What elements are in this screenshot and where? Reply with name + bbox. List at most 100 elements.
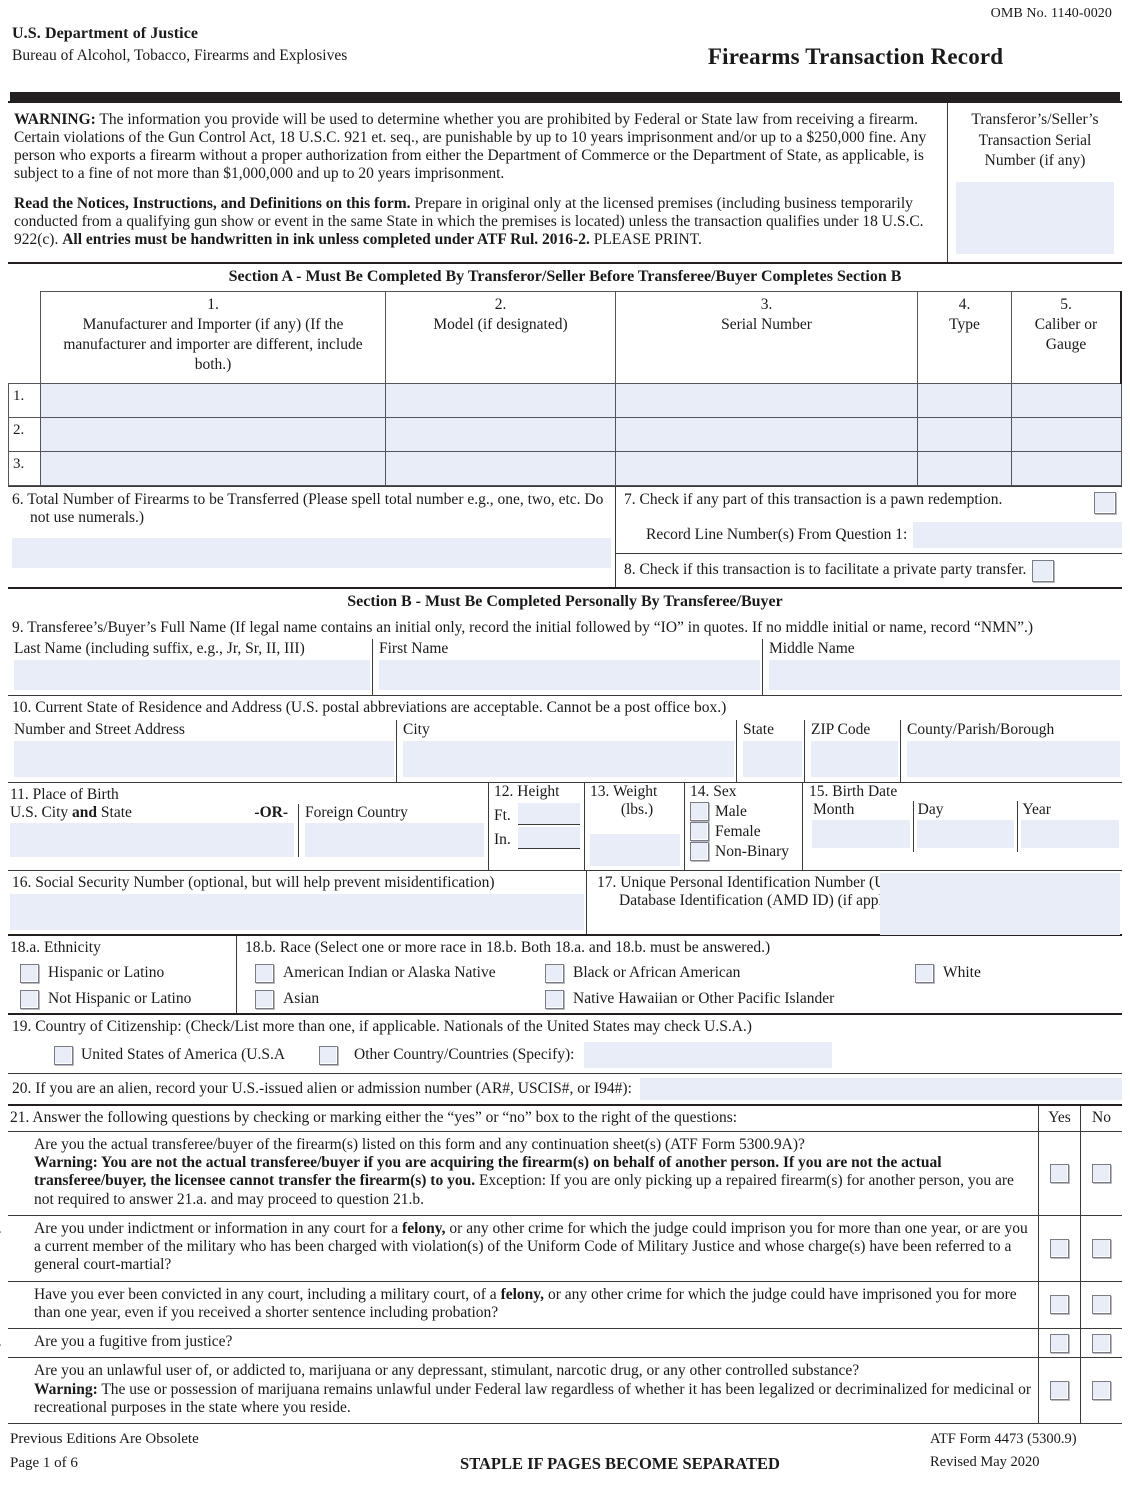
question-21b-no-checkbox[interactable] — [1092, 1238, 1111, 1258]
row-2-serial-input[interactable] — [615, 416, 918, 452]
question-19-label: 19. Country of Citizenship: (Check/List … — [12, 1018, 752, 1036]
race-native-hawaiian-checkbox[interactable] — [545, 990, 564, 1010]
question-21e-no-checkbox[interactable] — [1092, 1381, 1111, 1401]
question-21d-no-checkbox[interactable] — [1092, 1333, 1111, 1353]
race-option-american-indian[interactable]: American Indian or Alaska Native — [245, 964, 535, 984]
street-address-input[interactable] — [14, 740, 394, 777]
race-native-hawaiian-label: Native Hawaiian or Other Pacific Islande… — [573, 990, 835, 1008]
middle-name-input[interactable] — [769, 660, 1120, 691]
alien-number-input[interactable] — [639, 1078, 1122, 1101]
question-7-record-line-label: Record Line Number(s) From Question 1: — [646, 525, 908, 543]
question-11-fields: U.S. City and State -OR- Foreign Country — [8, 804, 488, 857]
ethnicity-option-not-hispanic[interactable]: Not Hispanic or Latino — [10, 990, 236, 1010]
sex-option-male[interactable]: Male — [690, 802, 802, 822]
birth-month-input[interactable] — [812, 819, 910, 848]
race-option-white[interactable]: White — [905, 964, 1122, 984]
sex-option-non-binary[interactable]: Non-Binary — [690, 842, 802, 862]
state-label: State — [743, 720, 774, 738]
row-3-type-input[interactable] — [917, 450, 1012, 486]
warning-label: WARNING: — [14, 110, 96, 128]
question-21e-letter: e. — [0, 1362, 34, 1380]
row-2-model-input[interactable] — [385, 416, 616, 452]
us-city-state-input[interactable] — [10, 822, 294, 857]
ethnicity-option-hispanic[interactable]: Hispanic or Latino — [10, 964, 236, 984]
race-option-native-hawaiian[interactable]: Native Hawaiian or Other Pacific Islande… — [535, 990, 905, 1010]
question-21a-no-checkbox[interactable] — [1092, 1163, 1111, 1183]
citizenship-usa-label: United States of America (U.S.A — [81, 1046, 286, 1064]
height-inches-input[interactable] — [518, 827, 580, 850]
col-3-title: Serial Number — [721, 315, 812, 333]
row-1-model-input[interactable] — [385, 382, 616, 418]
zip-input[interactable] — [811, 740, 898, 777]
question-21c-yes-checkbox[interactable] — [1050, 1295, 1069, 1315]
question-8-private-transfer-checkbox[interactable] — [1032, 559, 1055, 582]
last-name-input[interactable] — [14, 660, 370, 691]
footer-left: Previous Editions Are Obsolete Page 1 of… — [10, 1428, 310, 1475]
birth-year-label: Year — [1022, 801, 1051, 819]
row-3-manufacturer-input[interactable] — [40, 450, 386, 486]
weight-input[interactable] — [590, 833, 680, 866]
birth-year-input[interactable] — [1021, 819, 1120, 848]
citizenship-other-checkbox[interactable] — [319, 1045, 339, 1065]
question-21b-yes-checkbox[interactable] — [1050, 1238, 1069, 1258]
sex-non-binary-checkbox[interactable] — [690, 842, 709, 862]
question-8-label: Check if this transaction is to facilita… — [635, 561, 1027, 579]
row-3-model-input[interactable] — [385, 450, 616, 486]
question-6-number: 6. — [12, 490, 24, 508]
city-label: City — [403, 720, 430, 738]
question-7-pawn-checkbox[interactable] — [1094, 491, 1116, 514]
ethnicity-not-hispanic-checkbox[interactable] — [20, 990, 39, 1010]
question-21e-line1: e.Are you an unlawful user of, or addict… — [0, 1362, 1032, 1380]
height-feet-input[interactable] — [518, 803, 580, 826]
question-7-record-line-input[interactable] — [913, 521, 1122, 548]
row-3-serial-input[interactable] — [615, 450, 918, 486]
first-name-label: First Name — [379, 640, 449, 658]
citizenship-usa-checkbox[interactable] — [54, 1045, 73, 1065]
question-21c-no-checkbox[interactable] — [1092, 1295, 1111, 1315]
ethnicity-hispanic-checkbox[interactable] — [20, 964, 39, 984]
question-6-input[interactable] — [12, 537, 611, 568]
question-21d-yes-checkbox[interactable] — [1050, 1333, 1069, 1353]
question-8-checkbox-cell — [1026, 559, 1060, 582]
race-option-black[interactable]: Black or African American — [535, 964, 905, 984]
row-3-caliber-input[interactable] — [1011, 450, 1122, 486]
ssn-input[interactable] — [10, 893, 584, 930]
question-11-label: 11. Place of Birth — [10, 785, 119, 803]
row-1-type-input[interactable] — [917, 382, 1012, 418]
sex-male-checkbox[interactable] — [690, 802, 709, 822]
race-white-checkbox[interactable] — [915, 964, 934, 984]
question-21b: b.Are you under indictment or informatio… — [0, 1215, 1122, 1282]
row-2-caliber-input[interactable] — [1011, 416, 1122, 452]
row-2-type-input[interactable] — [917, 416, 1012, 452]
foreign-country-input[interactable] — [305, 822, 484, 857]
sex-option-female[interactable]: Female — [690, 822, 802, 842]
upin-input[interactable] — [880, 872, 1120, 935]
birth-day-input[interactable] — [916, 819, 1015, 848]
county-input[interactable] — [907, 740, 1120, 777]
question-21a-yes-checkbox[interactable] — [1050, 1163, 1069, 1183]
first-name-input[interactable] — [379, 660, 760, 691]
row-1-caliber-input[interactable] — [1011, 382, 1122, 418]
col-model-header: 2. Model (if designated) — [385, 291, 616, 384]
question-21e-yes-checkbox[interactable] — [1050, 1381, 1069, 1401]
race-american-indian-checkbox[interactable] — [255, 964, 274, 984]
race-asian-checkbox[interactable] — [255, 990, 274, 1010]
sex-female-checkbox[interactable] — [690, 822, 709, 842]
city-input[interactable] — [403, 740, 734, 777]
question-20-label: 20. If you are an alien, record your U.S… — [12, 1080, 632, 1098]
race-option-asian[interactable]: Asian — [245, 990, 535, 1010]
serial-number-input[interactable] — [956, 182, 1114, 255]
col-manufacturer-header: 1. Manufacturer and Importer (if any) (I… — [40, 291, 386, 384]
state-input[interactable] — [743, 740, 802, 777]
row-1-manufacturer-input[interactable] — [40, 382, 386, 418]
us-city-state-label: U.S. City and State — [10, 804, 132, 822]
question-21b-yes-cell — [1038, 1215, 1080, 1281]
row-2-manufacturer-input[interactable] — [40, 416, 386, 452]
citizenship-other-input[interactable] — [584, 1042, 833, 1069]
race-black-checkbox[interactable] — [545, 964, 564, 984]
bureau-name: Bureau of Alcohol, Tobacco, Firearms and… — [12, 47, 348, 65]
row-1-serial-input[interactable] — [615, 382, 918, 418]
question-21e-body: e.Are you an unlawful user of, or addict… — [0, 1358, 1038, 1423]
form-footer: Previous Editions Are Obsolete Page 1 of… — [8, 1424, 1122, 1475]
warning-paragraph-2: Read the Notices, Instructions, and Defi… — [14, 195, 937, 250]
